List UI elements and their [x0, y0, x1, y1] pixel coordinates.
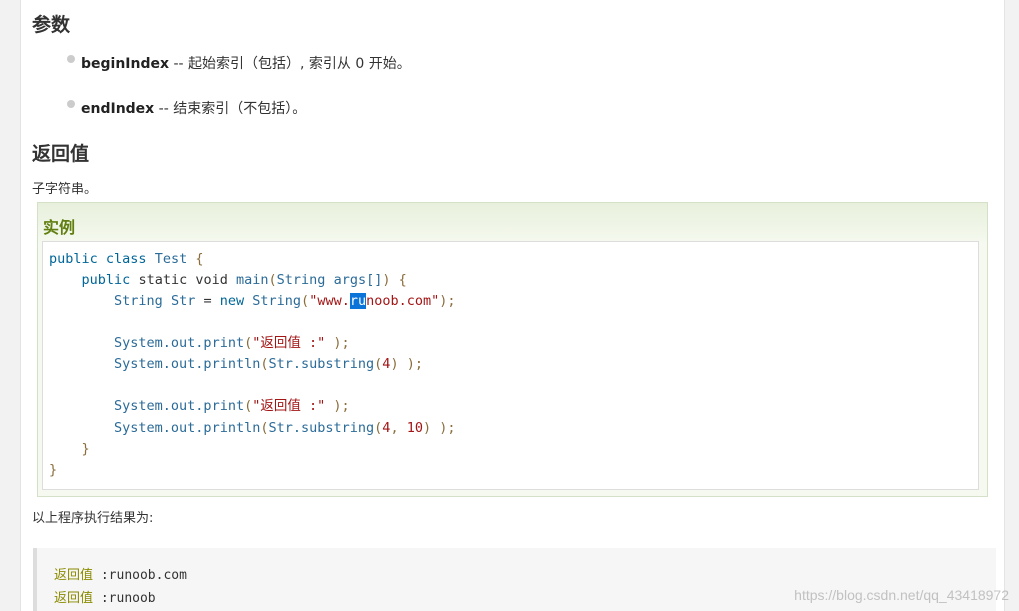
- output-line: 返回值 :runoob: [54, 591, 156, 606]
- param-desc: -- 结束索引（不包括）。: [154, 101, 307, 117]
- code-line: public class Test {: [49, 251, 204, 267]
- example-title: 实例: [43, 218, 76, 237]
- param-name: beginIndex: [81, 56, 170, 72]
- example-panel: 实例 public class Test { public static voi…: [37, 202, 988, 497]
- return-heading: 返回值: [32, 143, 90, 165]
- code-line: System.out.println(Str.substring(4) );: [114, 356, 423, 372]
- code-line: String Str = new String("www.runoob.com"…: [114, 293, 456, 309]
- text-selection: ru: [349, 293, 367, 309]
- code-line: public static void main(String args[]) {: [81, 272, 407, 288]
- params-heading: 参数: [32, 14, 71, 36]
- code-line: System.out.print("返回值 :" );: [114, 335, 350, 351]
- code-line: }: [49, 462, 58, 478]
- article-content: 参数 beginIndex -- 起始索引（包括）, 索引从 0 开始。 end…: [20, 0, 1005, 611]
- code-line: }: [81, 441, 90, 457]
- code-line: System.out.println(Str.substring(4, 10) …: [114, 420, 456, 436]
- param-item-beginindex: beginIndex -- 起始索引（包括）, 索引从 0 开始。: [81, 53, 411, 73]
- output-line: 返回值 :runoob.com: [54, 568, 187, 583]
- param-desc: -- 起始索引（包括）, 索引从 0 开始。: [169, 56, 411, 72]
- bullet-icon: [67, 100, 75, 108]
- watermark: https://blog.csdn.net/qq_43418972: [794, 587, 1009, 603]
- result-intro: 以上程序执行结果为:: [32, 511, 154, 526]
- param-name: endIndex: [81, 101, 155, 117]
- code-line: System.out.print("返回值 :" );: [114, 398, 350, 414]
- code-block[interactable]: public class Test { public static void m…: [42, 241, 979, 490]
- param-item-endindex: endIndex -- 结束索引（不包括）。: [81, 98, 306, 118]
- return-description: 子字符串。: [32, 182, 98, 197]
- bullet-icon: [67, 55, 75, 63]
